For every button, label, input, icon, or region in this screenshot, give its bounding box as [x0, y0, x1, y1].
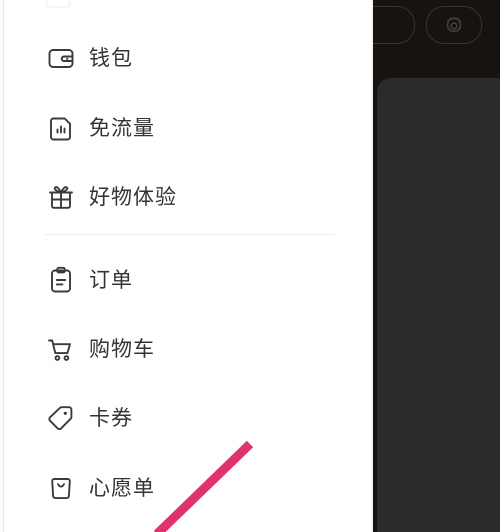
clipboard-icon	[45, 264, 77, 296]
bag-icon	[45, 472, 77, 504]
menu-item-wishlist[interactable]: 心愿单	[0, 460, 373, 516]
menu-item-label: 免流量	[89, 116, 155, 140]
clipped-top-item	[45, 0, 205, 8]
menu-item-wallet[interactable]: 钱包	[0, 30, 373, 86]
menu-item-product-experience[interactable]: 好物体验	[0, 169, 373, 225]
screen-root: 钱包 免流量 好物体验 订单 购物车 卡券 心愿单	[0, 0, 500, 532]
app-dark-panel	[377, 78, 500, 532]
menu-item-coupons[interactable]: 卡券	[0, 390, 373, 446]
menu-item-shopping-cart[interactable]: 购物车	[0, 321, 373, 377]
menu-item-label: 卡券	[89, 406, 133, 430]
menu-item-orders[interactable]: 订单	[0, 252, 373, 308]
cart-icon	[45, 333, 77, 365]
menu-item-label: 购物车	[89, 337, 155, 361]
side-drawer: 钱包 免流量 好物体验 订单 购物车 卡券 心愿单	[0, 0, 373, 532]
gear-icon	[443, 15, 465, 37]
menu-item-label: 钱包	[89, 46, 133, 70]
gift-icon	[45, 181, 77, 213]
menu-group-divider	[45, 234, 335, 235]
menu-item-label: 心愿单	[89, 476, 155, 500]
wallet-icon	[45, 42, 77, 74]
menu-item-label: 订单	[89, 268, 133, 292]
menu-item-free-data[interactable]: 免流量	[0, 100, 373, 156]
rounded-square-icon	[45, 0, 71, 8]
sim-card-icon	[45, 112, 77, 144]
tag-icon	[45, 402, 77, 434]
menu-item-label: 好物体验	[89, 185, 177, 209]
